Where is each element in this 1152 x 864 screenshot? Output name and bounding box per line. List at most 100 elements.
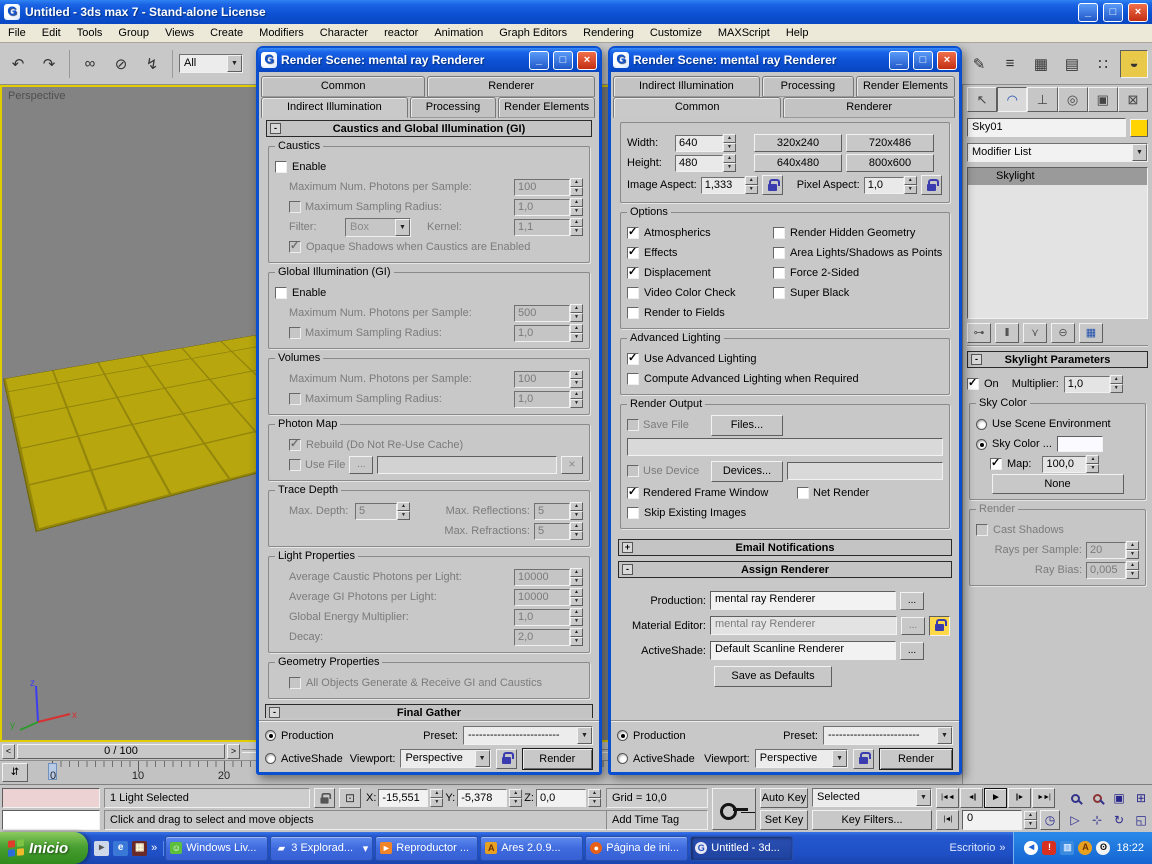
force-2-sided-checkbox[interactable] [773,267,785,279]
compute-advanced-lighting-checkbox[interactable] [627,373,639,385]
pixel-aspect-lock-icon[interactable] [920,175,942,195]
tab-create-icon[interactable]: ↖ [967,87,998,112]
tab-render-elements[interactable]: Render Elements [855,76,955,97]
modifier-list-dropdown[interactable]: Modifier List ▼ [967,143,1148,162]
viewport-dropdown[interactable]: Perspective ▼ [754,749,849,768]
window-titlebar[interactable]: G Untitled - 3ds max 7 - Stand-alone Lic… [0,0,1152,24]
taskbar-button-media-player[interactable]: ► Reproductor ... [375,835,479,861]
use-advanced-lighting-checkbox[interactable] [627,351,639,365]
spinner[interactable]: ▲ ▼ [1024,811,1037,829]
production-radio[interactable] [617,730,628,741]
field-of-view-icon[interactable]: ▷ [1064,810,1086,830]
collapse-icon[interactable]: - [971,354,982,365]
production-browse-button[interactable]: ... [900,591,924,610]
preset-640x480-button[interactable]: 640x480 [754,154,842,172]
make-unique-icon[interactable]: ⋎ [1023,323,1047,343]
window-close-button[interactable]: × [1128,2,1148,22]
tab-display-icon[interactable]: ▣ [1087,87,1118,112]
selection-lock-icon[interactable] [314,788,335,808]
menu-character[interactable]: Character [312,24,376,42]
x-coordinate-field[interactable]: -15,551 [378,789,429,807]
activeshade-browse-button[interactable]: ... [900,641,924,660]
pan-view-icon[interactable]: ⊹ [1086,810,1108,830]
viewport-lock-icon[interactable] [853,748,875,769]
current-frame-field[interactable]: 0 [962,810,1022,830]
minimize-button[interactable]: _ [529,50,549,70]
expand-icon[interactable]: + [622,542,633,553]
zoom-extents-icon[interactable]: ▣ [1108,788,1130,808]
remove-modifier-icon[interactable]: ⊖ [1051,323,1075,343]
time-prev-button[interactable]: < [2,743,15,759]
taskbar-button-firefox[interactable]: ● Página de ini... [585,835,689,861]
maxscript-listener-box[interactable] [2,810,100,830]
network-icon[interactable]: ▥ [1060,841,1075,855]
render-button[interactable]: Render [521,747,593,770]
quick-launch-pointer-icon[interactable]: ▸ [94,840,110,856]
quick-launch-app-icon[interactable]: ▦ [132,840,148,856]
super-black-checkbox[interactable] [773,287,785,299]
menu-edit[interactable]: Edit [34,24,69,42]
preset-dropdown[interactable]: ------------------------- ▼ [463,726,593,745]
height-field[interactable]: 480 ▲ ▼ [675,154,736,172]
antivirus-shield-icon[interactable]: ! [1042,841,1057,855]
zoom-all-icon[interactable] [1086,788,1108,808]
quick-launch-overflow-chevron[interactable]: » [151,842,157,854]
tab-render-elements[interactable]: Render Elements [498,97,595,118]
pixel-aspect-field[interactable]: 1,0 ▲ ▼ [863,176,917,194]
taskbar-button-3dsmax[interactable]: G Untitled - 3d... [690,835,794,861]
sky-color-radio[interactable] [976,438,987,450]
selection-filter-dropdown[interactable]: All ▼ [179,54,243,73]
chevron-down-icon[interactable]: ▼ [916,789,931,806]
maximize-viewport-toggle-icon[interactable]: ◱ [1130,810,1152,830]
devices-button[interactable]: Devices... [711,460,783,482]
image-aspect-lock-icon[interactable] [761,175,783,195]
layer-manager-icon[interactable]: ≡ [996,49,1024,78]
map-checkbox[interactable] [990,456,1002,470]
taskbar-button-explorer-group[interactable]: ▰ 3 Explorad... ▾ [270,835,374,861]
eraser-icon[interactable]: ✎ [965,49,993,78]
chevron-down-icon[interactable]: ▼ [937,727,952,744]
activeshade-radio[interactable] [617,753,628,764]
start-button[interactable]: Inicio [0,832,89,864]
add-time-tag[interactable]: Add Time Tag [606,810,708,830]
gi-enable-checkbox[interactable] [275,287,287,299]
menu-modifiers[interactable]: Modifiers [251,24,312,42]
production-radio[interactable] [265,730,276,741]
window-minimize-button[interactable]: _ [1078,2,1098,22]
chevron-down-icon[interactable]: ▼ [227,55,242,72]
go-to-start-icon[interactable]: |◄◄ [936,788,959,808]
map-none-button[interactable]: None [991,474,1124,494]
configure-modifier-sets-icon[interactable]: ▦ [1079,323,1103,343]
key-mode-toggle-icon[interactable]: |◄| [936,810,959,830]
taskbar-button-ares[interactable]: A Ares 2.0.9... [480,835,584,861]
multiplier-field[interactable]: 1,0 ▲ ▼ [1063,375,1123,393]
effects-checkbox[interactable] [627,245,639,259]
tab-processing[interactable]: Processing [761,76,854,97]
menu-tools[interactable]: Tools [69,24,111,42]
assign-renderer-rollout[interactable]: - Assign Renderer [618,561,952,578]
window-restore-button[interactable]: □ [1103,2,1123,22]
use-scene-environment-radio[interactable] [976,418,987,430]
spinner[interactable]: ▲ ▼ [430,789,444,807]
displacement-checkbox[interactable] [627,265,639,279]
collapse-icon[interactable]: - [269,707,280,718]
key-filters-button[interactable]: Key Filters... [812,810,932,830]
show-end-result-icon[interactable]: ‖ [995,323,1019,343]
sky-color-swatch[interactable] [1056,436,1103,452]
menu-customize[interactable]: Customize [642,24,710,42]
tray-chevron-icon[interactable]: ◀ [1024,841,1039,855]
unlink-selection-icon[interactable]: ⊘ [107,49,135,78]
tab-modify-icon[interactable]: ◠ [997,87,1028,112]
go-to-end-icon[interactable]: ►►| [1032,788,1055,808]
render-scene-icon[interactable]: ◒ [1120,49,1148,78]
save-as-defaults-button[interactable]: Save as Defaults [714,665,832,687]
zoom-extents-all-icon[interactable]: ⊞ [1130,788,1152,808]
spinner[interactable]: ▲ ▼ [587,789,601,807]
render-to-fields-checkbox[interactable] [627,307,639,319]
menu-views[interactable]: Views [157,24,202,42]
taskbar-button-windows-live[interactable]: ☺ Windows Liv... [165,835,269,861]
dialog-titlebar[interactable]: G Render Scene: mental ray Renderer _ □ … [258,48,600,72]
preset-720x486-button[interactable]: 720x486 [846,134,934,152]
next-frame-icon[interactable]: ||► [1008,788,1031,808]
tab-indirect-illumination[interactable]: Indirect Illumination [613,76,760,97]
